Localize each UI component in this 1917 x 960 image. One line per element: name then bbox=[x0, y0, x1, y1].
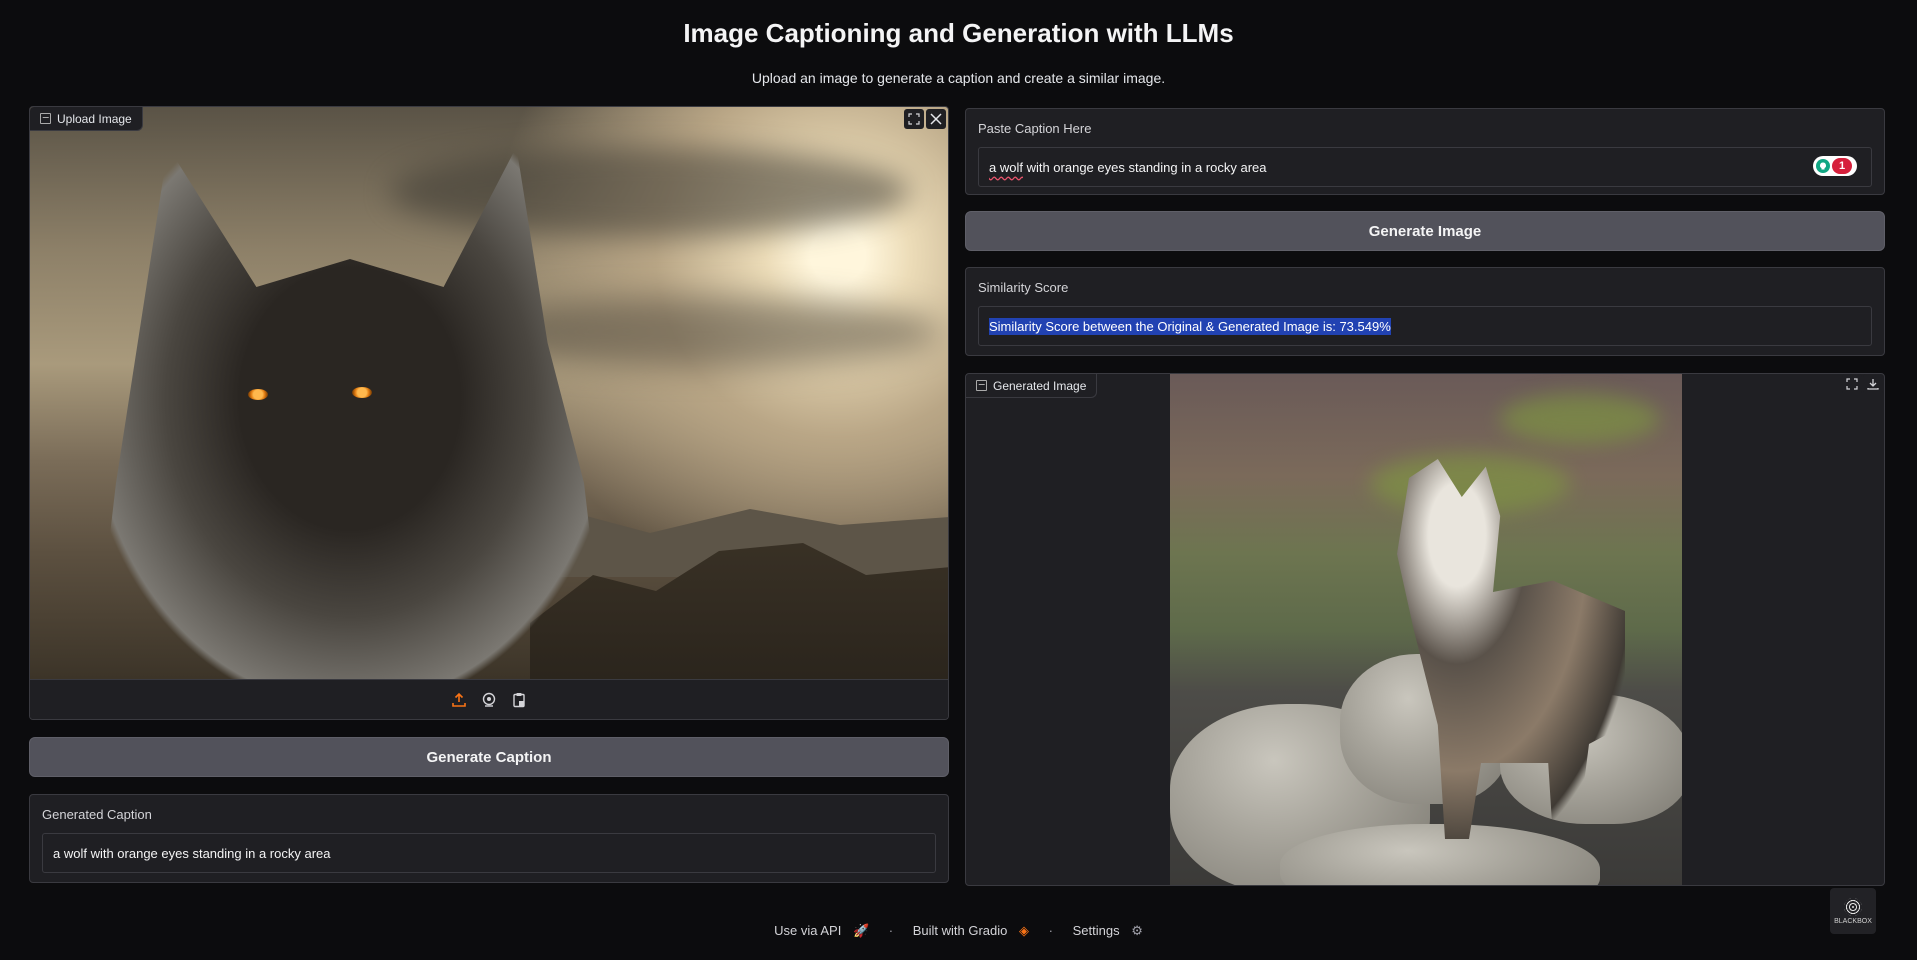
paste-caption-input[interactable]: a wolf with orange eyes standing in a ro… bbox=[978, 147, 1872, 187]
grammar-flagged-text[interactable]: a wolf bbox=[989, 160, 1023, 175]
gradio-logo-icon: ◈ bbox=[1019, 923, 1030, 938]
blackbox-label: BLACKBOX bbox=[1834, 917, 1872, 925]
paste-caption-text: with orange eyes standing in a rocky are… bbox=[1022, 159, 1267, 175]
upload-image-panel[interactable]: Upload Image bbox=[29, 106, 949, 720]
built-with-gradio-text: Built with Gradio bbox=[912, 923, 1008, 938]
generate-caption-button[interactable]: Generate Caption bbox=[29, 737, 949, 777]
footer-separator: · bbox=[888, 923, 894, 938]
grammar-extension-icon bbox=[1816, 159, 1830, 173]
similarity-score-text: Similarity Score between the Original & … bbox=[989, 317, 1391, 335]
image-icon bbox=[40, 113, 51, 124]
blackbox-extension-button[interactable]: BLACKBOX bbox=[1830, 888, 1876, 934]
clipboard-icon[interactable] bbox=[509, 690, 529, 710]
generated-wolf-image bbox=[1170, 374, 1682, 885]
upload-image-label-text: Upload Image bbox=[57, 111, 132, 126]
grammar-issue-count: 1 bbox=[1832, 158, 1852, 174]
rocket-icon: 🚀 bbox=[852, 923, 870, 938]
use-via-api-link[interactable]: Use via API 🚀 bbox=[770, 923, 873, 938]
uploaded-wolf-image bbox=[30, 107, 948, 679]
blackbox-icon bbox=[1844, 897, 1862, 916]
generated-image-label-text: Generated Image bbox=[993, 378, 1087, 393]
gear-icon: ⚙ bbox=[1131, 923, 1143, 938]
page-title: Image Captioning and Generation with LLM… bbox=[683, 18, 1234, 48]
upload-source-toolbar bbox=[30, 679, 948, 719]
footer-separator: · bbox=[1048, 923, 1053, 938]
settings-text: Settings bbox=[1072, 923, 1120, 938]
fullscreen-icon[interactable] bbox=[904, 109, 924, 129]
image-icon bbox=[976, 380, 987, 391]
generated-caption-label: Generated Caption bbox=[42, 807, 152, 822]
generated-image-label: Generated Image bbox=[966, 374, 1098, 398]
generated-caption-text: a wolf with orange eyes standing in a ro… bbox=[53, 845, 331, 861]
grammar-checker-badge[interactable]: 1 bbox=[1813, 156, 1857, 176]
page-subtitle: Upload an image to generate a caption an… bbox=[751, 70, 1166, 86]
use-via-api-text: Use via API bbox=[774, 923, 842, 938]
paste-caption-panel: Paste Caption Here a wolf with orange ey… bbox=[965, 108, 1885, 195]
generated-image-panel: Generated Image bbox=[965, 373, 1885, 886]
upload-image-label: Upload Image bbox=[30, 107, 143, 131]
upload-icon[interactable] bbox=[449, 690, 469, 710]
close-icon[interactable] bbox=[926, 109, 946, 129]
generated-caption-panel: Generated Caption a wolf with orange eye… bbox=[29, 794, 949, 883]
similarity-score-field[interactable]: Similarity Score between the Original & … bbox=[978, 306, 1872, 346]
download-icon[interactable] bbox=[1863, 374, 1883, 394]
webcam-icon[interactable] bbox=[479, 690, 499, 710]
built-with-gradio-link[interactable]: Built with Gradio ◈ bbox=[909, 923, 1033, 938]
settings-link[interactable]: Settings ⚙ bbox=[1069, 923, 1147, 938]
footer: Use via API 🚀 · Built with Gradio ◈ · Se… bbox=[0, 923, 1917, 939]
generated-caption-field[interactable]: a wolf with orange eyes standing in a ro… bbox=[42, 833, 936, 873]
similarity-score-panel: Similarity Score Similarity Score betwee… bbox=[965, 267, 1885, 356]
generate-image-button[interactable]: Generate Image bbox=[965, 211, 1885, 251]
fullscreen-icon[interactable] bbox=[1842, 374, 1862, 394]
paste-caption-label: Paste Caption Here bbox=[978, 121, 1092, 136]
similarity-score-label: Similarity Score bbox=[978, 280, 1069, 295]
